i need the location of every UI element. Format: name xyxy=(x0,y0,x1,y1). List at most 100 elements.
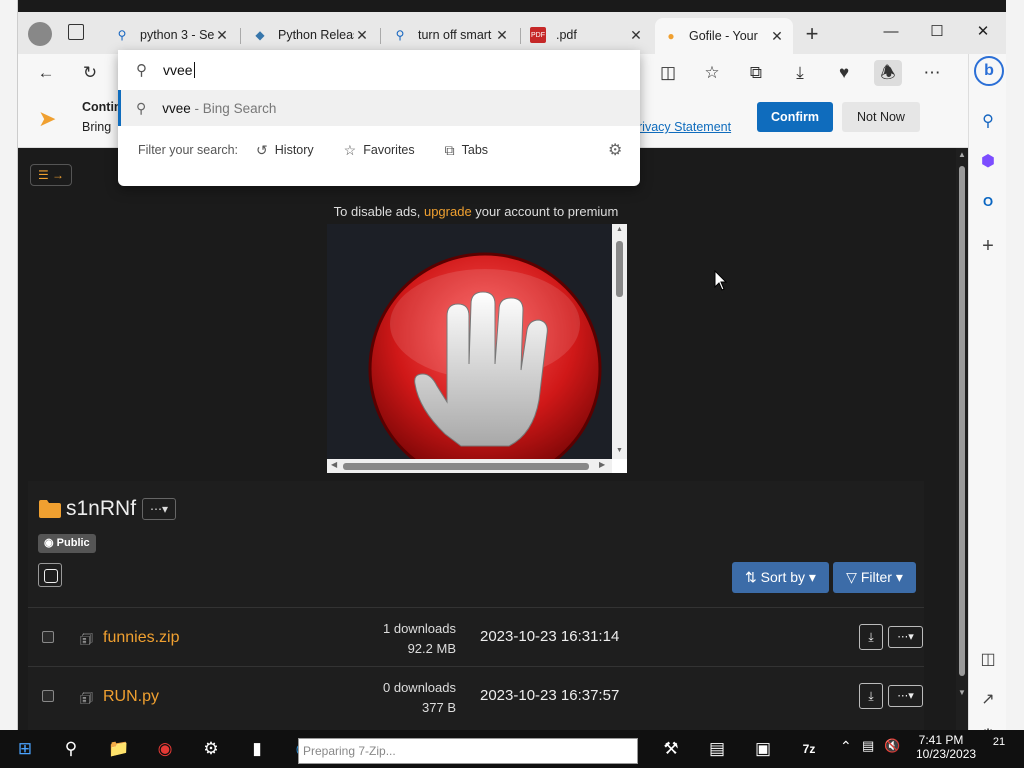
notifications-icon[interactable]: 🕭 xyxy=(874,60,902,86)
scroll-right-arrow-icon[interactable]: ▶ xyxy=(599,460,605,469)
scroll-down-arrow-icon[interactable]: ▼ xyxy=(958,688,966,697)
network-icon[interactable]: ▤ xyxy=(862,738,874,754)
clock[interactable]: 7:41 PM 10/23/2023 xyxy=(916,733,976,761)
minimize-button[interactable]: — xyxy=(868,20,914,48)
filter-history[interactable]: ↺ History xyxy=(256,142,314,159)
running-task-preview[interactable]: Preparing 7-Zip... xyxy=(298,738,638,764)
file-size: 92.2 MB xyxy=(407,641,456,656)
upgrade-link[interactable]: upgrade xyxy=(424,204,472,219)
file-explorer-icon[interactable]: 📁 xyxy=(104,735,134,763)
filter-favorites-label: Favorites xyxy=(363,143,415,157)
downloads-icon[interactable]: ⤓ xyxy=(786,60,814,86)
outlook-icon[interactable]: O xyxy=(974,188,1002,216)
history-icon: ↺ xyxy=(256,141,268,158)
scroll-down-arrow-icon[interactable]: ▼ xyxy=(616,447,623,454)
ad-text-prefix: To disable ads, xyxy=(333,204,424,219)
search-suggestion[interactable]: ⚲ vvee - Bing Search xyxy=(118,90,640,126)
address-input[interactable]: vvee xyxy=(163,62,193,78)
tab-actions-icon[interactable] xyxy=(68,24,84,40)
filter-tabs-label: Tabs xyxy=(461,143,489,157)
file-options-button[interactable]: ⋯▾ xyxy=(888,626,923,648)
browser-essentials-icon[interactable]: ♥ xyxy=(830,60,858,86)
ad-vertical-scrollbar[interactable]: ▲ ▼ xyxy=(612,224,627,459)
page-content: ☰ → To disable ads, upgrade your account… xyxy=(18,148,956,730)
ad-horizontal-scrollbar[interactable]: ◀ ▶ xyxy=(327,459,612,473)
back-icon[interactable]: ← xyxy=(32,60,60,86)
sort-by-button[interactable]: ⇅ Sort by ▾ xyxy=(732,562,829,593)
filter-button[interactable]: ▽ Filter ▾ xyxy=(833,562,916,593)
filter-favorites[interactable]: ☆ Favorites xyxy=(344,142,415,159)
external-link-icon[interactable]: ↗ xyxy=(974,686,1002,714)
terminal-icon[interactable]: ▮ xyxy=(242,735,272,763)
sidebar-panel-icon[interactable]: ◫ xyxy=(974,646,1002,674)
download-file-icon[interactable]: ⤓ xyxy=(859,624,883,650)
close-window-button[interactable]: ✕ xyxy=(960,20,1006,48)
scroll-left-arrow-icon[interactable]: ◀ xyxy=(331,460,337,469)
file-name-link[interactable]: funnies.zip xyxy=(103,629,180,647)
confirm-button[interactable]: Confirm xyxy=(757,102,833,132)
tab-python-release[interactable]: ◆ Python Releas ✕ xyxy=(244,20,378,50)
close-tab-icon[interactable]: ✕ xyxy=(494,27,510,44)
select-all-checkbox[interactable] xyxy=(38,563,62,587)
close-tab-icon[interactable]: ✕ xyxy=(769,28,785,45)
close-tab-icon[interactable]: ✕ xyxy=(214,27,230,44)
tab-gofile[interactable]: ● Gofile - Your ✕ xyxy=(655,18,793,54)
zip-file-icon: 🗊 xyxy=(80,631,93,647)
windows-start-icon[interactable]: ⊞ xyxy=(10,735,40,763)
scroll-up-arrow-icon[interactable]: ▲ xyxy=(958,150,966,159)
chevron-up-icon[interactable]: ⌃ xyxy=(840,738,852,755)
search-icon: ⚲ xyxy=(136,99,147,116)
search-icon[interactable]: ⚲ xyxy=(56,735,86,763)
scroll-up-arrow-icon[interactable]: ▲ xyxy=(616,226,623,233)
not-now-button[interactable]: Not Now xyxy=(842,102,920,132)
page-scrollbar[interactable]: ▲ ▼ xyxy=(956,148,968,730)
file-checkbox[interactable] xyxy=(42,631,54,643)
file-row: 🗊 funnies.zip 1 downloads 92.2 MB 2023-1… xyxy=(28,607,924,666)
tab-bar: ⚲ python 3 - Se ✕ ◆ Python Releas ✕ ⚲ tu… xyxy=(18,12,1006,54)
settings-gear-icon[interactable]: ⚙ xyxy=(974,722,1002,730)
collections-icon[interactable]: ⧉ xyxy=(742,60,770,86)
settings-gear-icon[interactable]: ⚙ xyxy=(196,735,226,763)
filter-tabs[interactable]: ⧉ Tabs xyxy=(445,142,488,159)
download-file-icon[interactable]: ⤓ xyxy=(859,683,883,709)
settings-gear-icon[interactable]: ⚙ xyxy=(608,140,622,160)
volume-muted-icon[interactable]: 🔇 xyxy=(884,738,900,754)
ad-scroll-thumb[interactable] xyxy=(616,241,623,297)
7zip-icon[interactable]: 7z xyxy=(794,735,824,763)
split-screen-icon[interactable]: ◫ xyxy=(654,60,682,86)
office-icon[interactable]: ⬢ xyxy=(974,148,1002,176)
tool-icon[interactable]: ⚒ xyxy=(656,735,686,763)
profile-avatar[interactable] xyxy=(28,22,52,46)
refresh-icon[interactable]: ↻ xyxy=(76,60,104,86)
tab-python-search[interactable]: ⚲ python 3 - Se ✕ xyxy=(106,20,238,50)
more-options-icon[interactable]: ⋯ xyxy=(918,60,946,86)
tab-title: python 3 - Se xyxy=(140,28,214,42)
close-tab-icon[interactable]: ✕ xyxy=(628,27,644,44)
favorites-icon[interactable]: ☆ xyxy=(698,60,726,86)
ad-hscroll-thumb[interactable] xyxy=(343,463,589,470)
add-icon[interactable]: + xyxy=(974,232,1002,260)
maximize-button[interactable]: ☐ xyxy=(914,20,960,48)
page-scroll-thumb[interactable] xyxy=(959,166,965,676)
address-bar[interactable]: ⚲ vvee xyxy=(118,50,640,90)
new-tab-button[interactable]: + xyxy=(798,22,826,48)
file-checkbox[interactable] xyxy=(42,690,54,702)
chrome-icon[interactable]: ◉ xyxy=(150,735,180,763)
filter-label: Filter your search: xyxy=(138,143,239,157)
star-icon: ☆ xyxy=(343,141,357,158)
network-app-icon[interactable]: ▣ xyxy=(748,735,778,763)
folder-options-button[interactable]: ⋯▾ xyxy=(142,498,177,520)
notification-center-icon[interactable]: 21 xyxy=(984,736,1014,760)
file-options-button[interactable]: ⋯▾ xyxy=(888,685,923,707)
tab-turn-off-smart[interactable]: ⚲ turn off smart ✕ xyxy=(384,20,518,50)
tab-pdf[interactable]: PDF .pdf ✕ xyxy=(522,20,652,50)
privacy-statement-link[interactable]: rivacy Statement xyxy=(638,120,731,134)
close-tab-icon[interactable]: ✕ xyxy=(354,27,370,44)
search-icon[interactable]: ⚲ xyxy=(974,108,1002,136)
bing-copilot-icon[interactable]: b xyxy=(974,56,1004,86)
window-icon[interactable]: ▤ xyxy=(702,735,732,763)
visibility-badge: ◉ Public xyxy=(38,534,96,553)
file-name-link[interactable]: RUN.py xyxy=(103,688,159,706)
menu-toggle-button[interactable]: ☰ → xyxy=(30,164,72,186)
address-bar-dropdown: ⚲ vvee ⚲ vvee - Bing Search Filter your … xyxy=(118,50,640,186)
